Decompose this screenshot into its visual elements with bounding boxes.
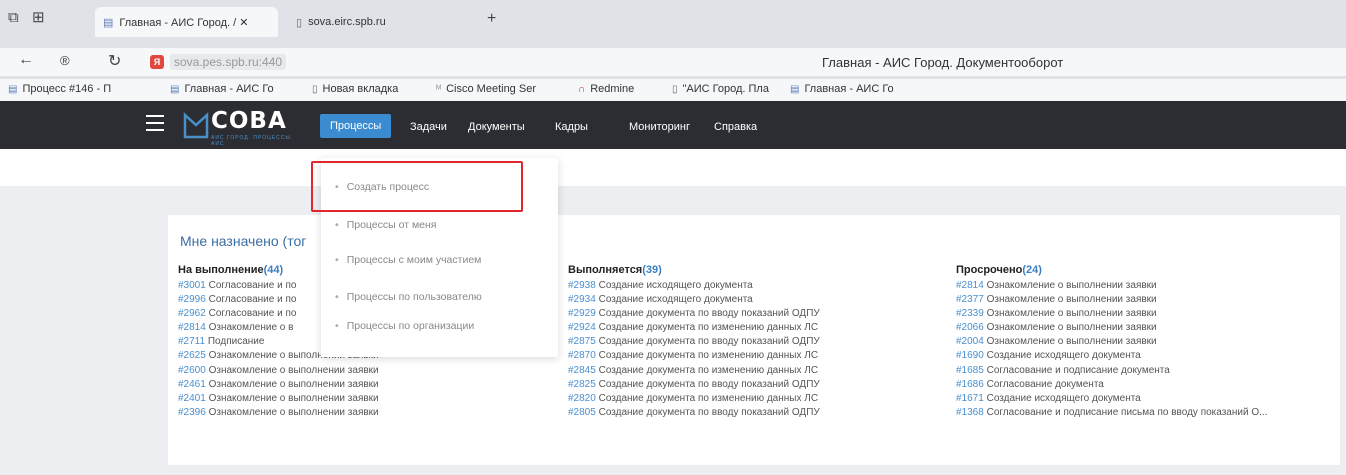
app-header: СОВА АИС ГОРОД. ПРОЦЕССЫ АИС Процессы За… [0,101,1346,149]
menu-item-participating[interactable]: • Процессы с моим участием [321,245,558,275]
new-tab-group-icon[interactable]: ⊞ [32,8,45,26]
list-item[interactable]: #2825 Создание документа по вводу показа… [568,379,820,393]
bookmark-home-1[interactable]: ▤ Главная - АИС Го [170,83,274,95]
site-icon: ▤ [103,16,114,29]
list-item[interactable]: #2600 Ознакомление о выполнении заявки [178,365,379,379]
url-field[interactable]: Я sova.pes.spb.ru:440 [150,52,287,72]
redmine-icon: ∩ [578,83,586,95]
bookmark-label: "АИС Город. Пла [682,83,769,95]
list-item[interactable]: #2066 Ознакомление о выполнении заявки [956,322,1267,336]
list-item[interactable]: #2924 Создание документа по изменению да… [568,322,820,336]
list-item[interactable]: #2339 Ознакомление о выполнении заявки [956,308,1267,322]
logo-text: СОВА [211,108,287,134]
bookmark-label: Главная - АИС Го [804,83,894,95]
bookmark-icon: ▤ [8,83,18,95]
menu-processes[interactable]: Процессы [320,114,392,138]
list-item[interactable]: #2461 Ознакомление о выполнении заявки [178,379,379,393]
bookmark-label: Главная - АИС Го [184,83,274,95]
column-overdue: Просрочено(24) #2814 Ознакомление о выпо… [956,264,1267,421]
list-item[interactable]: #2929 Создание документа по вводу показа… [568,308,820,322]
tab-sova-eirc-label: sova.eirc.spb.ru [308,16,386,28]
subheader-bar [0,149,1346,186]
bookmark-label: Cisco Meeting Ser [446,83,536,95]
page-icon: ▯ [296,16,303,29]
tab-main-label: Главная - АИС Город. / ✕ [119,16,249,29]
bookmark-cisco[interactable]: ᴹ Cisco Meeting Ser [436,83,536,95]
tab-bar: ⧉ ⊞ ▤ Главная - АИС Город. / ✕ ▯ sova.ei… [0,0,1346,40]
list-item[interactable]: #1686 Согласование документа [956,379,1267,393]
menu-item-label: Процессы по организации [346,320,475,332]
list-item[interactable]: #2820 Создание документа по изменению да… [568,393,820,407]
list-item[interactable]: #2401 Ознакомление о выполнении заявки [178,393,379,407]
list-item[interactable]: #2377 Ознакомление о выполнении заявки [956,294,1267,308]
sova-logo[interactable]: СОВА АИС ГОРОД. ПРОЦЕССЫ АИС [183,108,293,147]
list-item[interactable]: #1690 Создание исходящего документа [956,350,1267,364]
reading-icon[interactable]: ® [60,53,70,68]
card-title: Мне назначено (тог [180,233,307,249]
list-item[interactable]: #2004 Ознакомление о выполнении заявки [956,336,1267,350]
list-item[interactable]: #1671 Создание исходящего документа [956,393,1267,407]
list-item[interactable]: #2938 Создание исходящего документа [568,280,820,294]
menu-item-label: Процессы с моим участием [346,254,482,266]
highlight-box [311,161,523,212]
tab-main[interactable]: ▤ Главная - АИС Город. / ✕ [95,7,278,37]
column-header: Выполняется(39) [568,264,662,276]
menu-documents[interactable]: Документы [468,116,525,138]
bookmark-redmine[interactable]: ∩ Redmine [578,83,634,95]
cisco-icon: ᴹ [436,83,442,95]
menu-item-by-user[interactable]: • Процессы по пользователю [321,282,558,312]
bookmark-icon: ▤ [170,83,180,95]
list-item[interactable]: #2805 Создание документа по вводу показа… [568,407,820,421]
menu-help[interactable]: Справка [714,116,757,138]
list-item[interactable]: #1685 Согласование и подписание документ… [956,365,1267,379]
menu-item-label: Процессы по пользователю [346,291,482,303]
logo-subtitle: АИС ГОРОД. ПРОЦЕССЫ АИС [211,135,291,147]
bookmark-ais-plan[interactable]: ▯ "АИС Город. Пла [672,83,769,95]
menu-item-my-processes[interactable]: • Процессы от меня [321,210,558,240]
list-item[interactable]: #2845 Создание документа по изменению да… [568,365,820,379]
bookmark-icon: ▤ [790,83,800,95]
page-icon: ▯ [672,83,678,95]
bookmark-home-2[interactable]: ▤ Главная - АИС Го [790,83,894,95]
list-item[interactable]: #2396 Ознакомление о выполнении заявки [178,407,379,421]
list-item[interactable]: #2870 Создание документа по изменению да… [568,350,820,364]
bookmarks-bar: ▤ Процесс #146 - П ▤ Главная - АИС Го ▯ Нов… [0,79,1346,101]
site-favicon: Я [150,55,164,69]
reload-icon[interactable]: ↻ [108,51,121,71]
page-icon: ▯ [312,83,318,95]
list-item[interactable]: #2814 Ознакомление о выполнении заявки [956,280,1267,294]
list-item[interactable]: #2934 Создание исходящего документа [568,294,820,308]
new-tab-plus-icon[interactable]: + [487,10,496,28]
column-header: Просрочено(24) [956,264,1042,276]
menu-staff[interactable]: Кадры [555,116,588,138]
window-title: Главная - АИС Город. Документооборот [822,55,1064,70]
owl-logo-icon [183,112,209,139]
back-arrow-icon[interactable]: ← [18,51,34,69]
column-in-progress: Выполняется(39) #2938 Создание исходящег… [568,264,820,421]
menu-monitoring[interactable]: Мониторинг [629,116,690,138]
bookmark-new-tab[interactable]: ▯ Новая вкладка [312,83,398,95]
menu-tasks[interactable]: Задачи [410,116,447,138]
bookmark-label: Redmine [590,83,635,95]
list-item[interactable]: #1368 Согласование и подписание письма п… [956,407,1267,421]
url-text: sova.pes.spb.ru:440 [170,54,287,70]
bookmark-process-146[interactable]: ▤ Процесс #146 - П [8,83,111,95]
browser-chrome: ⧉ ⊞ ▤ Главная - АИС Город. / ✕ ▯ sova.ei… [0,0,1346,101]
bookmark-label: Новая вкладка [322,83,399,95]
menu-item-label: Процессы от меня [346,219,437,231]
tab-sova-eirc[interactable]: ▯ sova.eirc.spb.ru [288,7,394,37]
tab-counter-icon[interactable]: ⧉ [8,9,19,26]
menu-item-by-org[interactable]: • Процессы по организации [321,311,558,341]
list-item[interactable]: #2875 Создание документа по вводу показа… [568,336,820,350]
address-bar: ← ® ↻ Я sova.pes.spb.ru:440 Главная - АИ… [0,48,1346,76]
hamburger-menu-icon[interactable] [146,115,164,131]
bookmark-label: Процесс #146 - П [22,83,112,95]
